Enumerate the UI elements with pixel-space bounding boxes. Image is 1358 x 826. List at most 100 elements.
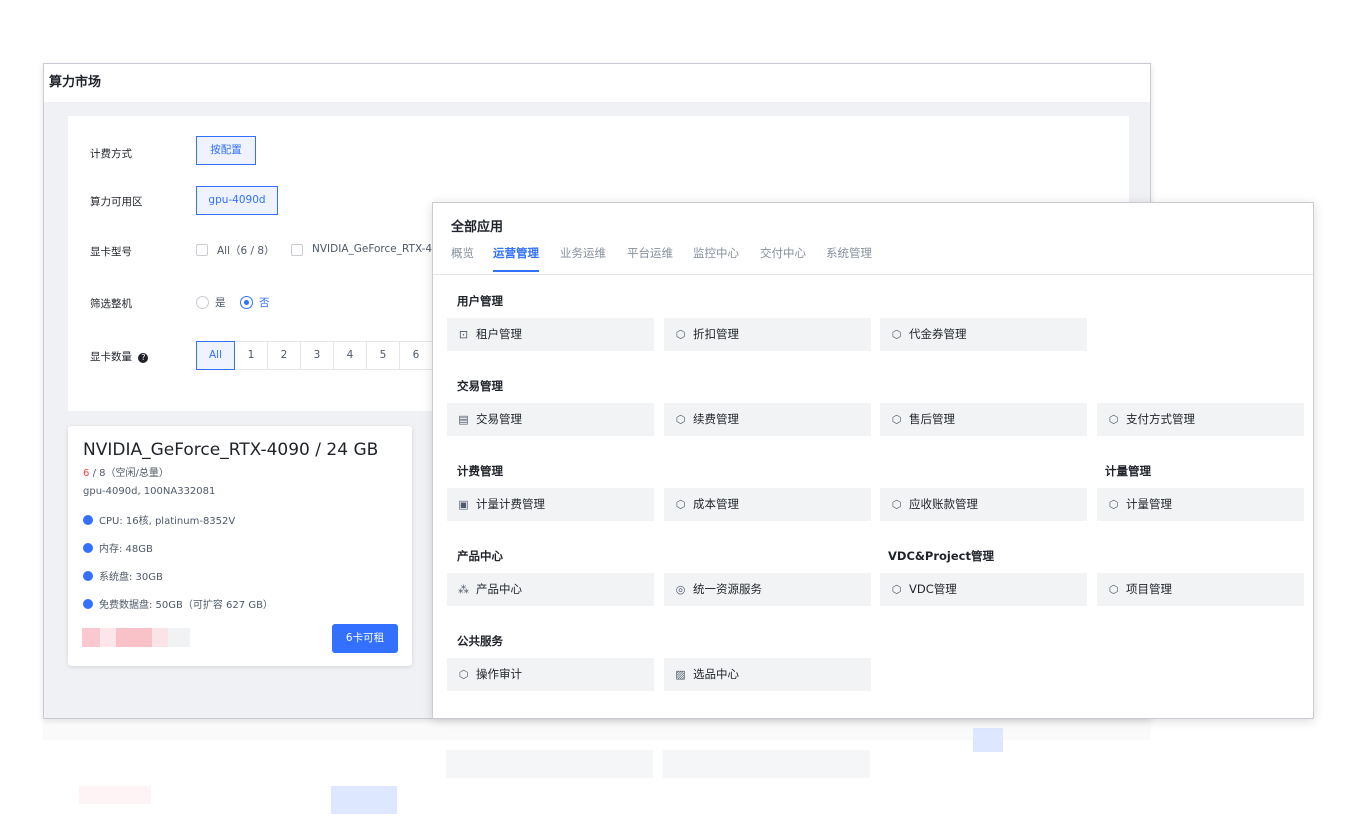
tile-receivable-label: 应收账款管理 <box>909 497 978 511</box>
tile-renew[interactable]: ⬡ 续费管理 <box>664 403 871 436</box>
mirror-reflection <box>43 720 1315 826</box>
tab-overview[interactable]: 概览 <box>451 245 474 261</box>
bullet-icon <box>83 515 93 525</box>
hexagon-icon: ⬡ <box>675 413 686 426</box>
gpu-free-count: 6 <box>83 468 90 479</box>
bill-icon: ▣ <box>458 498 469 511</box>
selection-icon: ▨ <box>675 668 686 681</box>
tile-cost[interactable]: ⬡ 成本管理 <box>664 488 871 521</box>
bullet-icon <box>83 571 93 581</box>
tile-project[interactable]: ⬡ 项目管理 <box>1097 573 1304 606</box>
section-trade: 交易管理 <box>457 379 503 393</box>
tile-voucher[interactable]: ⬡ 代金券管理 <box>880 318 1087 351</box>
blurred-price <box>82 628 190 647</box>
gpu-count-1[interactable]: 1 <box>235 341 268 370</box>
tile-tenant-label: 租户管理 <box>476 327 522 341</box>
spec-cpu: CPU: 16核, platinum-8352V <box>83 512 235 527</box>
page-title: 算力市场 <box>44 64 1150 102</box>
gpu-count-4[interactable]: 4 <box>334 341 367 370</box>
bullet-icon <box>83 543 93 553</box>
gpu-count-label-text: 显卡数量 <box>90 351 132 363</box>
bullet-icon <box>83 599 93 609</box>
tile-project-label: 项目管理 <box>1126 582 1172 596</box>
user-card-icon: ⊡ <box>458 328 469 341</box>
tile-trade[interactable]: ▤ 交易管理 <box>447 403 654 436</box>
tile-cost-label: 成本管理 <box>693 497 739 511</box>
section-user: 用户管理 <box>457 294 503 308</box>
gpu-total-count: / 8（空闲/总量） <box>92 468 169 479</box>
tile-voucher-label: 代金券管理 <box>909 327 967 341</box>
gpu-card-title: NVIDIA_GeForce_RTX-4090 / 24 GB <box>83 440 379 460</box>
spec-memory-text: 内存: 48GB <box>99 544 153 555</box>
tile-audit[interactable]: ⬡ 操作审计 <box>447 658 654 691</box>
gpu-count-label: 显卡数量 ? <box>90 349 149 364</box>
tile-selection-label: 选品中心 <box>693 667 739 681</box>
tile-vdc-label: VDC管理 <box>909 582 957 596</box>
all-apps-panel: 全部应用 概览 运营管理 业务运维 平台运维 监控中心 交付中心 系统管理 用户… <box>432 202 1314 719</box>
billing-option[interactable]: 按配置 <box>196 136 256 165</box>
tile-unified-label: 统一资源服务 <box>693 582 762 596</box>
gpu-zone-info: gpu-4090d, 100NA332081 <box>83 486 216 497</box>
tab-delivery[interactable]: 交付中心 <box>760 245 806 261</box>
hexagon-icon: ⬡ <box>1108 413 1119 426</box>
tile-payment[interactable]: ⬡ 支付方式管理 <box>1097 403 1304 436</box>
clipboard-icon: ▤ <box>458 413 469 426</box>
gpu-model-all-label: All（6 / 8） <box>217 245 275 257</box>
gpu-model-all-checkbox[interactable] <box>196 244 208 256</box>
tile-selection[interactable]: ▨ 选品中心 <box>664 658 871 691</box>
whole-yes-radio[interactable] <box>196 296 209 309</box>
spec-system-disk: 系统盘: 30GB <box>83 568 163 583</box>
hexagon-icon: ⬡ <box>675 328 686 341</box>
tile-receivable[interactable]: ⬡ 应收账款管理 <box>880 488 1087 521</box>
tile-metering[interactable]: ⬡ 计量管理 <box>1097 488 1304 521</box>
question-circle-icon[interactable]: ? <box>138 353 149 363</box>
cubes-icon: ⁂ <box>458 583 469 596</box>
tile-aftersale-label: 售后管理 <box>909 412 955 426</box>
whole-yes-label: 是 <box>215 297 226 309</box>
spec-data-disk: 免费数据盘: 50GB（可扩容 627 GB） <box>83 596 273 611</box>
tile-product[interactable]: ⁂ 产品中心 <box>447 573 654 606</box>
tab-operations[interactable]: 运营管理 <box>493 245 539 261</box>
tile-aftersale[interactable]: ⬡ 售后管理 <box>880 403 1087 436</box>
whole-no-radio[interactable] <box>240 296 253 309</box>
hexagon-icon: ⬡ <box>1108 498 1119 511</box>
zone-option[interactable]: gpu-4090d <box>196 186 278 215</box>
gpu-count-3[interactable]: 3 <box>301 341 334 370</box>
section-billing: 计费管理 <box>457 464 503 478</box>
tab-monitoring[interactable]: 监控中心 <box>693 245 739 261</box>
hexagon-icon: ⬡ <box>891 583 902 596</box>
whole-machine-label: 筛选整机 <box>90 298 132 310</box>
hexagon-icon: ⬡ <box>891 328 902 341</box>
tile-product-label: 产品中心 <box>476 582 522 596</box>
zone-label: 算力可用区 <box>90 196 143 208</box>
tab-business-ops[interactable]: 业务运维 <box>560 245 606 261</box>
tile-unified[interactable]: ◎ 统一资源服务 <box>664 573 871 606</box>
all-apps-title: 全部应用 <box>451 220 504 235</box>
hexagon-icon: ⬡ <box>1108 583 1119 596</box>
tab-platform-ops[interactable]: 平台运维 <box>627 245 673 261</box>
tile-tenant[interactable]: ⊡ 租户管理 <box>447 318 654 351</box>
rent-button[interactable]: 6卡可租 <box>332 624 398 653</box>
spec-system-disk-text: 系统盘: 30GB <box>99 572 163 583</box>
section-public: 公共服务 <box>457 634 503 648</box>
gpu-count-5[interactable]: 5 <box>367 341 400 370</box>
gpu-model-checkbox[interactable] <box>291 244 303 256</box>
gpu-count-6[interactable]: 6 <box>400 341 433 370</box>
hexagon-icon: ⬡ <box>891 413 902 426</box>
hexagon-icon: ⬡ <box>675 498 686 511</box>
gpu-card[interactable]: NVIDIA_GeForce_RTX-4090 / 24 GB 6 / 8（空闲… <box>68 426 412 666</box>
tile-vdc[interactable]: ⬡ VDC管理 <box>880 573 1087 606</box>
gpu-count-all[interactable]: All <box>196 341 235 370</box>
tile-metering-label: 计量管理 <box>1126 497 1172 511</box>
gpu-count-2[interactable]: 2 <box>268 341 301 370</box>
tabs-divider <box>433 274 1313 275</box>
gpu-availability: 6 / 8（空闲/总量） <box>83 464 169 479</box>
tile-metering-billing[interactable]: ▣ 计量计费管理 <box>447 488 654 521</box>
hexagon-icon: ⬡ <box>458 668 469 681</box>
gpu-model-option-label: NVIDIA_GeForce_RTX-40 <box>312 243 439 255</box>
cloud-stack-icon: ◎ <box>675 583 686 596</box>
tile-payment-label: 支付方式管理 <box>1126 412 1195 426</box>
tile-discount[interactable]: ⬡ 折扣管理 <box>664 318 871 351</box>
tab-system[interactable]: 系统管理 <box>826 245 872 261</box>
section-metering: 计量管理 <box>1105 464 1151 478</box>
